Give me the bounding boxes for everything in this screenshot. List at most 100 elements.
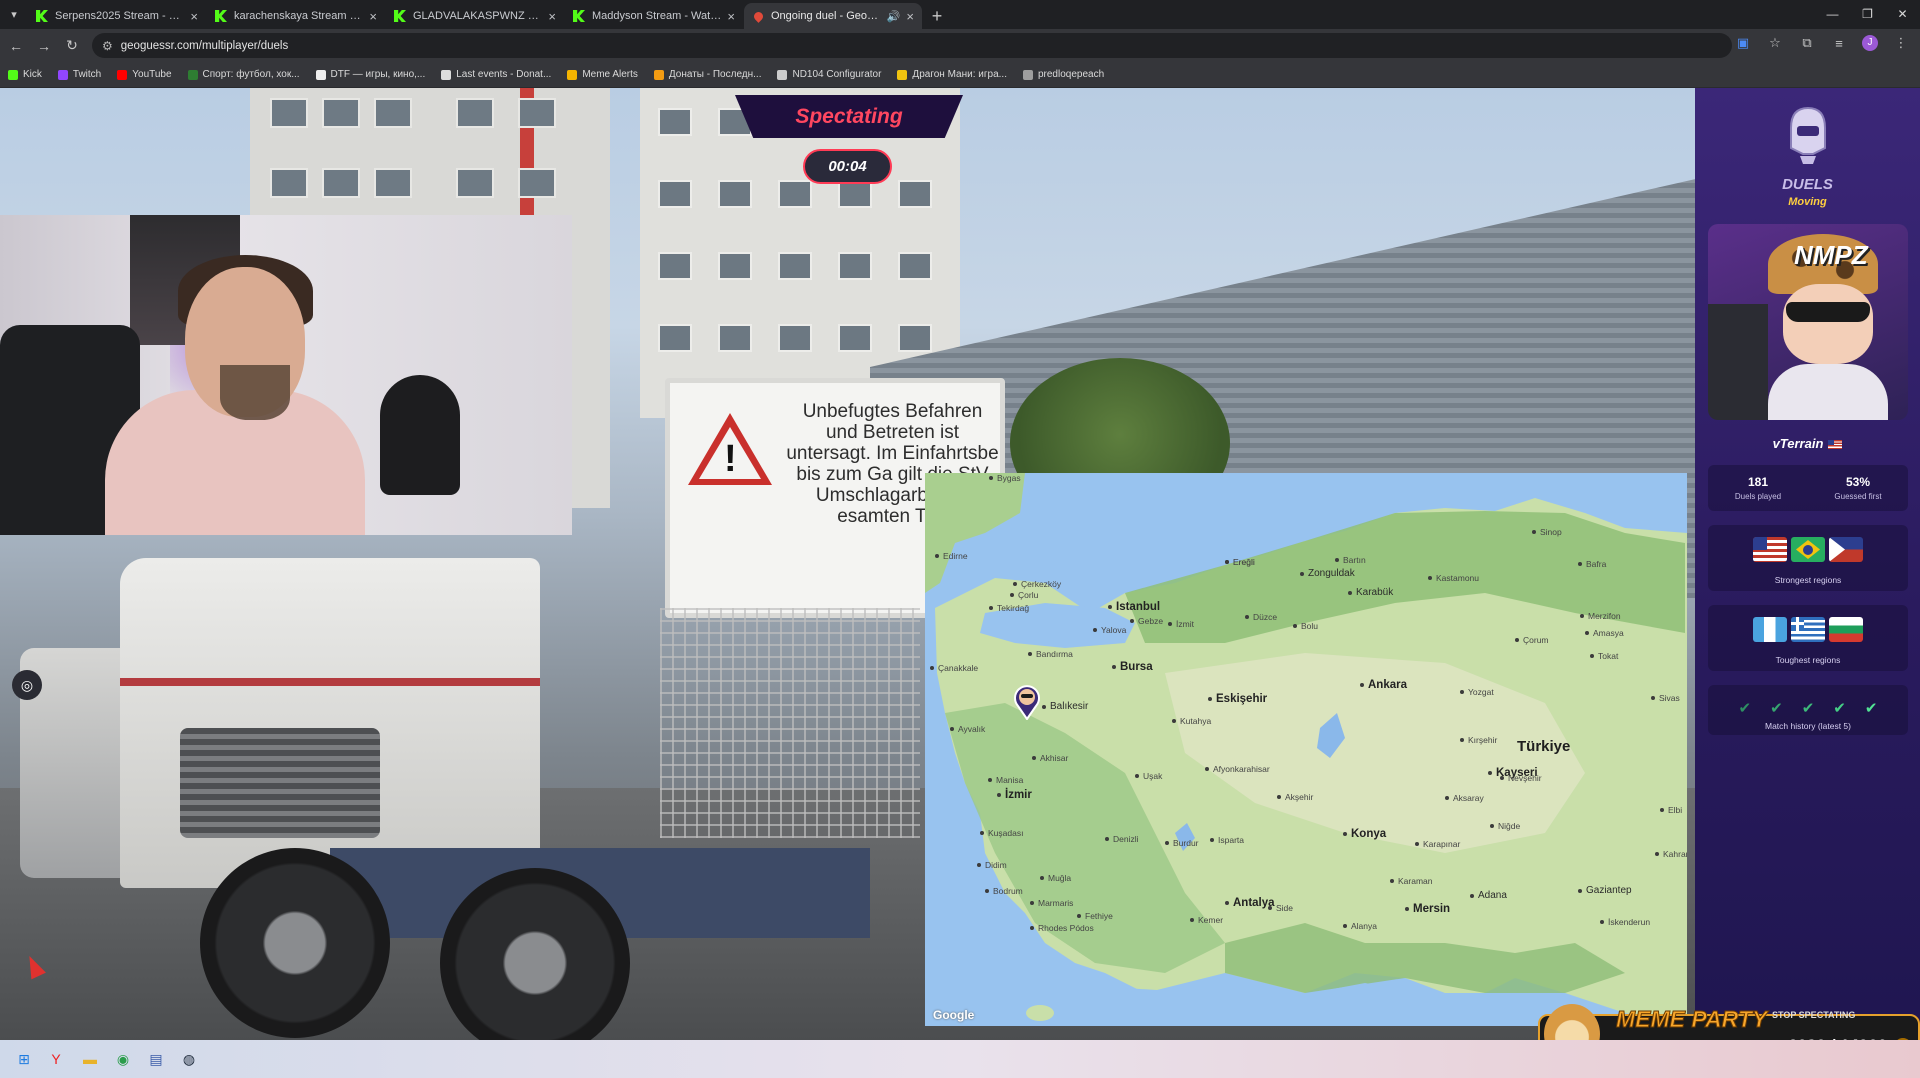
bookmark-star-icon[interactable]: ☆ bbox=[1766, 35, 1784, 51]
close-window-icon[interactable]: ✕ bbox=[1885, 0, 1920, 28]
meme-party-title: MEME PARTY bbox=[1615, 1006, 1768, 1033]
windows-start-icon[interactable]: ⊞ bbox=[14, 1049, 34, 1069]
map-city-label: Niğde bbox=[1490, 821, 1520, 831]
bookmark-item[interactable]: Meme Alerts bbox=[567, 69, 638, 80]
browser-tab[interactable]: Serpens2025 Stream - Watch Li × bbox=[28, 3, 206, 29]
kick-icon bbox=[573, 10, 585, 22]
city-dot-icon bbox=[935, 554, 939, 558]
browser-tab[interactable]: karachenskaya Stream - Watch × bbox=[207, 3, 385, 29]
city-dot-icon bbox=[980, 831, 984, 835]
bookmark-favicon-icon bbox=[441, 69, 452, 80]
map-city-label: Edirne bbox=[935, 551, 968, 561]
city-dot-icon bbox=[1225, 901, 1229, 905]
city-dot-icon bbox=[1225, 560, 1229, 564]
stop-spectating-button[interactable]: STOP SPECTATING bbox=[1772, 1010, 1855, 1020]
url-text[interactable]: geoguessr.com/multiplayer/duels bbox=[121, 40, 288, 52]
back-icon[interactable]: ← bbox=[4, 34, 28, 58]
player-stats-card: 181 Duels played 53% Guessed first bbox=[1708, 465, 1908, 511]
map-city-label: Manisa bbox=[988, 775, 1023, 785]
new-tab-button[interactable]: + bbox=[923, 3, 951, 29]
city-dot-icon bbox=[1010, 593, 1014, 597]
browser-tab-active[interactable]: Ongoing duel - GeoGuessr 🔊 × bbox=[744, 3, 922, 29]
site-info-icon[interactable]: ⚙ bbox=[102, 39, 113, 53]
close-tab-icon[interactable]: × bbox=[906, 9, 914, 24]
spectating-label: Spectating bbox=[795, 104, 903, 128]
bookmark-favicon-icon bbox=[57, 69, 68, 80]
bookmark-item[interactable]: Драгон Мани: игра... bbox=[897, 69, 1007, 80]
bookmark-label: Last events - Donat... bbox=[456, 69, 552, 80]
bookmark-item[interactable]: ND104 Configurator bbox=[777, 69, 881, 80]
city-dot-icon bbox=[1040, 876, 1044, 880]
bookmark-item[interactable]: predloqepeach bbox=[1022, 69, 1104, 80]
city-dot-icon bbox=[1343, 832, 1347, 836]
map-city-label: Kahram bbox=[1655, 849, 1687, 859]
bookmark-item[interactable]: YouTube bbox=[117, 69, 172, 80]
bookmark-label: Meme Alerts bbox=[582, 69, 638, 80]
forward-icon[interactable]: → bbox=[32, 34, 56, 58]
media-icon[interactable]: ≡ bbox=[1830, 36, 1848, 51]
bookmark-item[interactable]: Twitch bbox=[57, 69, 101, 80]
camera-view-icon[interactable]: ◎ bbox=[12, 670, 42, 700]
timer-text: 00:04 bbox=[828, 158, 867, 175]
map-city-label: Elbi bbox=[1660, 805, 1682, 815]
city-dot-icon bbox=[1210, 838, 1214, 842]
guess-map[interactable]: Istanbul Ankara Bursa İzmir Konya Antalya Adan… bbox=[925, 473, 1687, 1026]
profile-avatar[interactable]: J bbox=[1862, 35, 1878, 51]
bulgaria-flag-icon bbox=[1829, 617, 1863, 642]
toolbar-icons: ▣ ☆ ⧉ ≡ J ⋮ bbox=[1734, 35, 1910, 51]
restore-icon[interactable]: ❐ bbox=[1850, 0, 1885, 28]
bookmark-item[interactable]: Kick bbox=[8, 69, 42, 80]
streamer-webcam bbox=[0, 215, 572, 535]
browser-tab[interactable]: GLADVALAKASPWNZ Stream - × bbox=[386, 3, 564, 29]
reload-icon[interactable]: ↻ bbox=[60, 34, 84, 58]
map-city-label: Düzce bbox=[1245, 612, 1277, 622]
map-city-label: Çorlu bbox=[1010, 590, 1038, 600]
city-dot-icon bbox=[1515, 638, 1519, 642]
bookmark-item[interactable]: Last events - Donat... bbox=[441, 69, 551, 80]
speaker-icon[interactable]: 🔊 bbox=[887, 10, 901, 23]
mode-subtitle: Moving bbox=[1788, 196, 1827, 208]
address-bar[interactable]: ⚙ geoguessr.com/multiplayer/duels bbox=[92, 33, 1732, 58]
kick-icon bbox=[215, 10, 227, 22]
bookmarks-bar: Kick Twitch YouTube Спорт: футбол, хок... DT… bbox=[0, 62, 1920, 88]
translate-icon[interactable]: ▣ bbox=[1734, 35, 1752, 51]
bookmark-label: Kick bbox=[23, 69, 42, 80]
city-dot-icon bbox=[1205, 767, 1209, 771]
map-city-label: Mersin bbox=[1405, 903, 1450, 915]
extensions-icon[interactable]: ⧉ bbox=[1798, 35, 1816, 51]
strongest-flags bbox=[1708, 537, 1908, 562]
map-city-label: Kutahya bbox=[1172, 716, 1211, 726]
close-tab-icon[interactable]: × bbox=[190, 9, 198, 24]
notepad-icon[interactable]: ▤ bbox=[146, 1049, 166, 1069]
bookmark-favicon-icon bbox=[8, 69, 18, 80]
close-tab-icon[interactable]: × bbox=[548, 9, 556, 24]
menu-icon[interactable]: ⋮ bbox=[1892, 35, 1910, 51]
bookmark-item[interactable]: DTF — игры, кино,... bbox=[315, 69, 425, 80]
player-name[interactable]: vTerrain bbox=[1695, 436, 1920, 451]
browser-tab[interactable]: Maddyson Stream - Watch Live × bbox=[565, 3, 743, 29]
city-dot-icon bbox=[930, 666, 934, 670]
city-dot-icon bbox=[989, 606, 993, 610]
minimize-icon[interactable]: — bbox=[1815, 0, 1850, 28]
city-dot-icon bbox=[977, 863, 981, 867]
close-tab-icon[interactable]: × bbox=[727, 9, 735, 24]
chrome-icon[interactable]: ◉ bbox=[113, 1049, 133, 1069]
city-dot-icon bbox=[1428, 576, 1432, 580]
bookmark-item[interactable]: Донаты - Последн... bbox=[653, 69, 761, 80]
duels-helmet-icon bbox=[1790, 106, 1826, 164]
close-tab-icon[interactable]: × bbox=[369, 9, 377, 24]
bookmark-favicon-icon bbox=[117, 69, 128, 80]
tab-search-button[interactable]: ▾ bbox=[0, 0, 28, 29]
file-explorer-icon[interactable]: ▬ bbox=[80, 1049, 100, 1069]
yandex-browser-icon[interactable]: Y bbox=[46, 1049, 66, 1069]
duel-side-panel: DUELS Moving NMPZ vTerrain 181 Duels pla… bbox=[1695, 88, 1920, 1040]
bookmark-favicon-icon bbox=[567, 69, 578, 80]
map-city-label: Konya bbox=[1343, 828, 1386, 840]
map-city-label: Eskişehir bbox=[1208, 693, 1267, 705]
bookmark-label: YouTube bbox=[132, 69, 172, 80]
bookmark-item[interactable]: Спорт: футбол, хок... bbox=[187, 69, 300, 80]
steam-icon[interactable]: ◍ bbox=[179, 1049, 199, 1069]
player-pin-icon[interactable] bbox=[1012, 682, 1042, 720]
city-dot-icon bbox=[1585, 631, 1589, 635]
map-city-label: Merzifon bbox=[1580, 611, 1621, 621]
